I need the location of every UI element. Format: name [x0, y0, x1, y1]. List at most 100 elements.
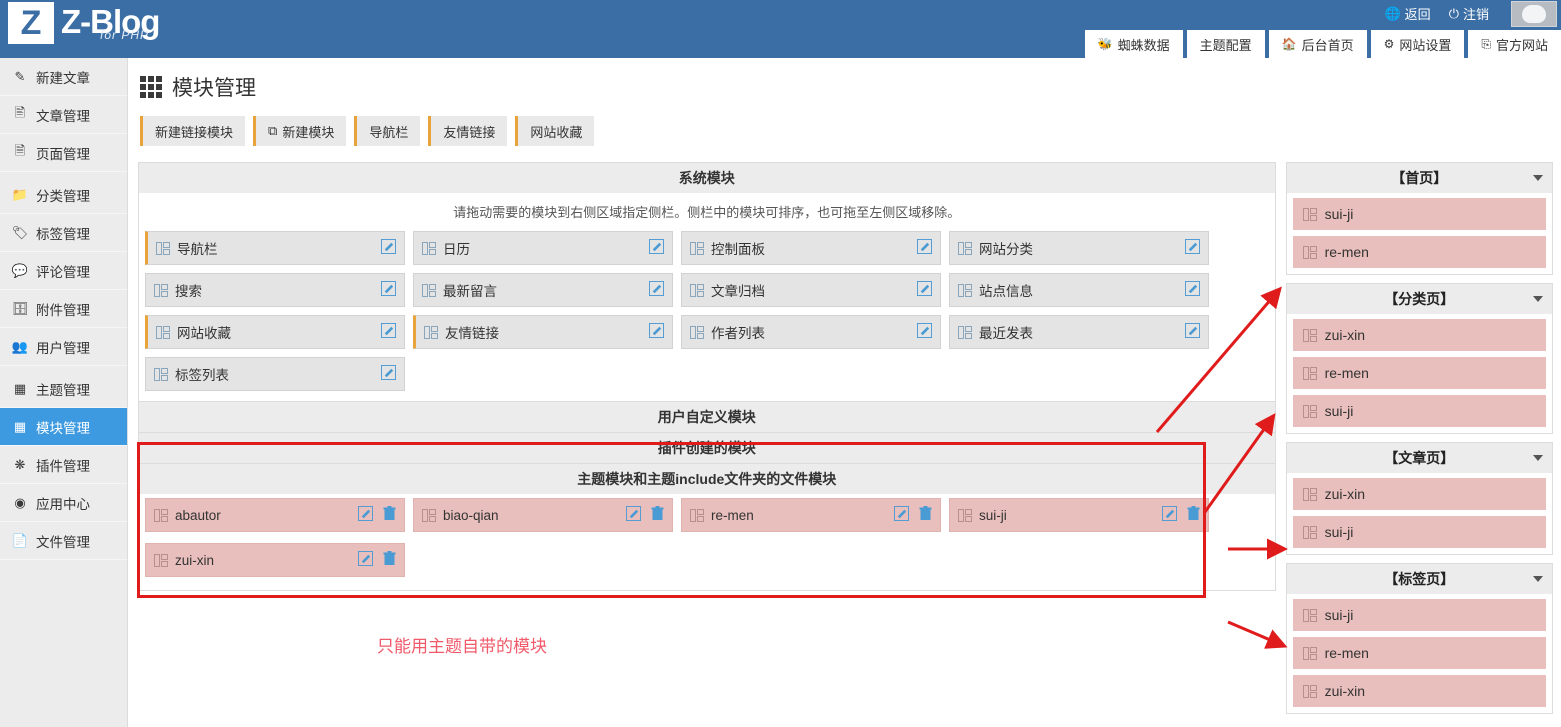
theme-module-item[interactable]: zui-xin [145, 543, 405, 577]
chevron-down-icon[interactable] [1533, 455, 1543, 461]
edit-icon[interactable] [1185, 281, 1200, 299]
edit-icon[interactable] [626, 506, 641, 524]
tab-admin-home[interactable]: 🏠 后台首页 [1268, 30, 1367, 58]
system-module-item[interactable]: 导航栏 [145, 231, 405, 265]
sidebar-module-item[interactable]: zui-xin [1292, 319, 1546, 351]
system-module-item[interactable]: 友情链接 [413, 315, 673, 349]
sidebar-panel-title: 【标签页】 [1384, 571, 1455, 587]
tab-label: 后台首页 [1301, 37, 1354, 53]
system-module-item[interactable]: 网站收藏 [145, 315, 405, 349]
sidebar-item-article-manage[interactable]: 🖹 文章管理 [0, 96, 127, 134]
theme-module-item[interactable]: sui-ji [949, 498, 1209, 532]
system-module-item[interactable]: 最近发表 [949, 315, 1209, 349]
tab-site-settings[interactable]: ⚙ 网站设置 [1370, 30, 1465, 58]
edit-icon[interactable] [649, 323, 664, 341]
module-actions [381, 239, 396, 257]
theme-module-item[interactable]: abautor [145, 498, 405, 532]
sidebar-assignment-panels: 【首页】 sui-ji re-men 【分类页】 zui-xin re-men sui-ji… [1285, 162, 1553, 722]
avatar[interactable] [1511, 1, 1557, 27]
sidebar-module-item[interactable]: zui-xin [1292, 478, 1546, 510]
system-module-item[interactable]: 作者列表 [681, 315, 941, 349]
file-icon: 📄 [11, 532, 29, 548]
sidebar-module-item[interactable]: sui-ji [1292, 516, 1546, 548]
sidebar-item-theme-manage[interactable]: ▦ 主题管理 [0, 370, 127, 408]
tab-theme-config[interactable]: 主题配置 [1186, 30, 1265, 58]
module-actions [917, 239, 932, 257]
sidebar-module-item[interactable]: sui-ji [1292, 599, 1546, 631]
sidebar-item-plugin-manage[interactable]: ❋ 插件管理 [0, 446, 127, 484]
system-module-item[interactable]: 站点信息 [949, 273, 1209, 307]
sidebar-module-item[interactable]: re-men [1292, 236, 1546, 268]
sidebar-item-module-manage[interactable]: ▦ 模块管理 [0, 408, 127, 446]
edit-icon[interactable] [381, 239, 396, 257]
module-icon [154, 553, 168, 567]
sidebar-item-page-manage[interactable]: 🗎 页面管理 [0, 134, 127, 172]
delete-icon[interactable] [383, 506, 396, 524]
sidebar-item-file-manage[interactable]: 📄 文件管理 [0, 522, 127, 560]
sidebar-module-item[interactable]: zui-xin [1292, 675, 1546, 707]
sidebar-item-user-manage[interactable]: 👥 用户管理 [0, 328, 127, 366]
delete-icon[interactable] [383, 551, 396, 569]
sidebar-panel: 【分类页】 zui-xin re-men sui-ji [1285, 283, 1553, 434]
system-module-item[interactable]: 最新留言 [413, 273, 673, 307]
edit-icon[interactable] [917, 239, 932, 257]
sidebar-item-new-article[interactable]: ✎ 新建文章 [0, 58, 127, 96]
edit-icon[interactable] [1162, 506, 1177, 524]
attachment-icon: 🗄 [11, 300, 29, 316]
sidebar-item-tag-manage[interactable]: 🏷 标签管理 [0, 214, 127, 252]
edit-icon[interactable] [917, 323, 932, 341]
panel-title: 用户自定义模块 [139, 402, 1275, 432]
back-link[interactable]: 🌐 返回 [1384, 4, 1430, 23]
delete-icon[interactable] [1187, 506, 1200, 524]
sidebar-item-label: 附件管理 [36, 302, 90, 318]
system-module-item[interactable]: 网站分类 [949, 231, 1209, 265]
tab-label: 主题配置 [1199, 37, 1252, 53]
navbar-button[interactable]: 导航栏 [354, 116, 421, 146]
chevron-down-icon[interactable] [1533, 296, 1543, 302]
module-label: sui-ji [979, 507, 1007, 523]
chevron-down-icon[interactable] [1533, 175, 1543, 181]
edit-icon[interactable] [649, 281, 664, 299]
friend-links-button[interactable]: 友情链接 [428, 116, 508, 146]
sidebar-item-app-center[interactable]: ◉ 应用中心 [0, 484, 127, 522]
delete-icon[interactable] [919, 506, 932, 524]
sidebar-item-comment-manage[interactable]: 💬 评论管理 [0, 252, 127, 290]
system-module-item[interactable]: 标签列表 [145, 357, 405, 391]
edit-icon[interactable] [358, 506, 373, 524]
site-favorites-button[interactable]: 网站收藏 [515, 116, 595, 146]
edit-icon[interactable] [894, 506, 909, 524]
system-module-item[interactable]: 搜索 [145, 273, 405, 307]
edit-icon[interactable] [917, 281, 932, 299]
sidebar-module-item[interactable]: sui-ji [1292, 395, 1546, 427]
delete-icon[interactable] [651, 506, 664, 524]
edit-icon[interactable] [381, 281, 396, 299]
edit-icon[interactable] [381, 323, 396, 341]
system-module-item[interactable]: 文章归档 [681, 273, 941, 307]
module-label: 标签列表 [175, 368, 229, 383]
sidebar-item-label: 模块管理 [36, 420, 90, 436]
new-link-module-button[interactable]: 新建链接模块 [140, 116, 246, 146]
tab-spider-data[interactable]: 🐝 蜘蛛数据 [1084, 30, 1183, 58]
system-module-item[interactable]: 日历 [413, 231, 673, 265]
sidebar-module-item[interactable]: re-men [1292, 357, 1546, 389]
sidebar-item-category-manage[interactable]: 📁 分类管理 [0, 176, 127, 214]
module-label: 最新留言 [443, 284, 497, 299]
avatar-placeholder-icon [1522, 5, 1546, 23]
tab-official-site[interactable]: ⎘ 官方网站 [1468, 30, 1561, 58]
edit-icon[interactable] [1185, 323, 1200, 341]
edit-icon[interactable] [1185, 239, 1200, 257]
edit-icon[interactable] [649, 239, 664, 257]
spider-icon: 🐝 [1097, 37, 1113, 51]
sidebar-module-item[interactable]: sui-ji [1292, 198, 1546, 230]
logout-link[interactable]: ⏻ 注销 [1449, 4, 1489, 23]
sidebar-module-item[interactable]: re-men [1292, 637, 1546, 669]
system-module-item[interactable]: 控制面板 [681, 231, 941, 265]
theme-module-item[interactable]: re-men [681, 498, 941, 532]
new-module-button[interactable]: ⧉ 新建模块 [253, 116, 347, 146]
sidebar-item-label: 新建文章 [36, 70, 90, 86]
edit-icon[interactable] [358, 551, 373, 569]
theme-module-item[interactable]: biao-qian [413, 498, 673, 532]
chevron-down-icon[interactable] [1533, 576, 1543, 582]
edit-icon[interactable] [381, 365, 396, 383]
sidebar-item-attachment-manage[interactable]: 🗄 附件管理 [0, 290, 127, 328]
